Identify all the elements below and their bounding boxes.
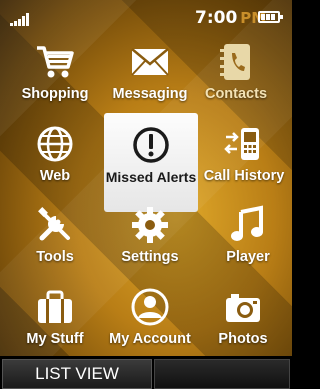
briefcase-icon [34, 286, 76, 328]
menu-item-label: My Account [109, 331, 191, 347]
menu-item-my-account[interactable]: My Account [104, 283, 196, 365]
menu-item-label: Messaging [112, 86, 188, 102]
clock-time: 7:00 [195, 8, 238, 28]
menu-item-label: Tools [36, 249, 74, 265]
globe-icon [34, 123, 76, 165]
shopping-cart-icon [34, 41, 76, 83]
clock: 7:00 PM [195, 8, 266, 28]
address-book-icon [215, 41, 257, 83]
exclamation-circle-icon [130, 124, 172, 166]
account-icon [129, 286, 171, 328]
menu-item-photos[interactable]: Photos [197, 283, 289, 365]
softkey-right[interactable] [154, 359, 290, 389]
camera-icon [222, 286, 264, 328]
menu-item-missed-alerts[interactable]: Missed Alerts [104, 113, 198, 212]
menu-item-label: Missed Alerts [105, 169, 197, 185]
battery-icon [258, 11, 283, 23]
menu-item-tools[interactable]: Tools [9, 201, 101, 283]
menu-item-player[interactable]: Player [202, 201, 292, 283]
envelope-icon [129, 41, 171, 83]
menu-item-web[interactable]: Web [9, 120, 101, 202]
menu-item-shopping[interactable]: Shopping [9, 38, 101, 120]
menu-item-label: Player [226, 249, 270, 265]
music-note-icon [227, 204, 269, 246]
menu-item-my-stuff[interactable]: My Stuff [9, 283, 101, 365]
menu-item-settings[interactable]: Settings [104, 201, 196, 283]
menu-item-label: Contacts [204, 86, 268, 102]
menu-item-label: Call History [203, 168, 285, 184]
home-menu-screen: 7:00PM Shopping Messaging Contacts Web [0, 0, 292, 389]
gear-icon [129, 204, 171, 246]
menu-item-label: My Stuff [26, 331, 84, 347]
menu-item-call-history[interactable]: Call History [198, 120, 290, 202]
menu-item-label: Shopping [21, 86, 89, 102]
signal-bars-icon [10, 12, 34, 26]
menu-item-label: Settings [121, 249, 179, 265]
menu-item-contacts[interactable]: Contacts [190, 38, 282, 120]
status-bar: 7:00 PM [0, 0, 292, 34]
menu-item-messaging[interactable]: Messaging [104, 38, 196, 120]
menu-item-label: Web [39, 168, 71, 184]
call-history-icon [223, 123, 265, 165]
tools-icon [34, 204, 76, 246]
softkey-list-view[interactable]: LIST VIEW [2, 359, 152, 389]
softkey-bar: LIST VIEW [0, 356, 292, 389]
menu-item-label: Photos [218, 331, 268, 347]
